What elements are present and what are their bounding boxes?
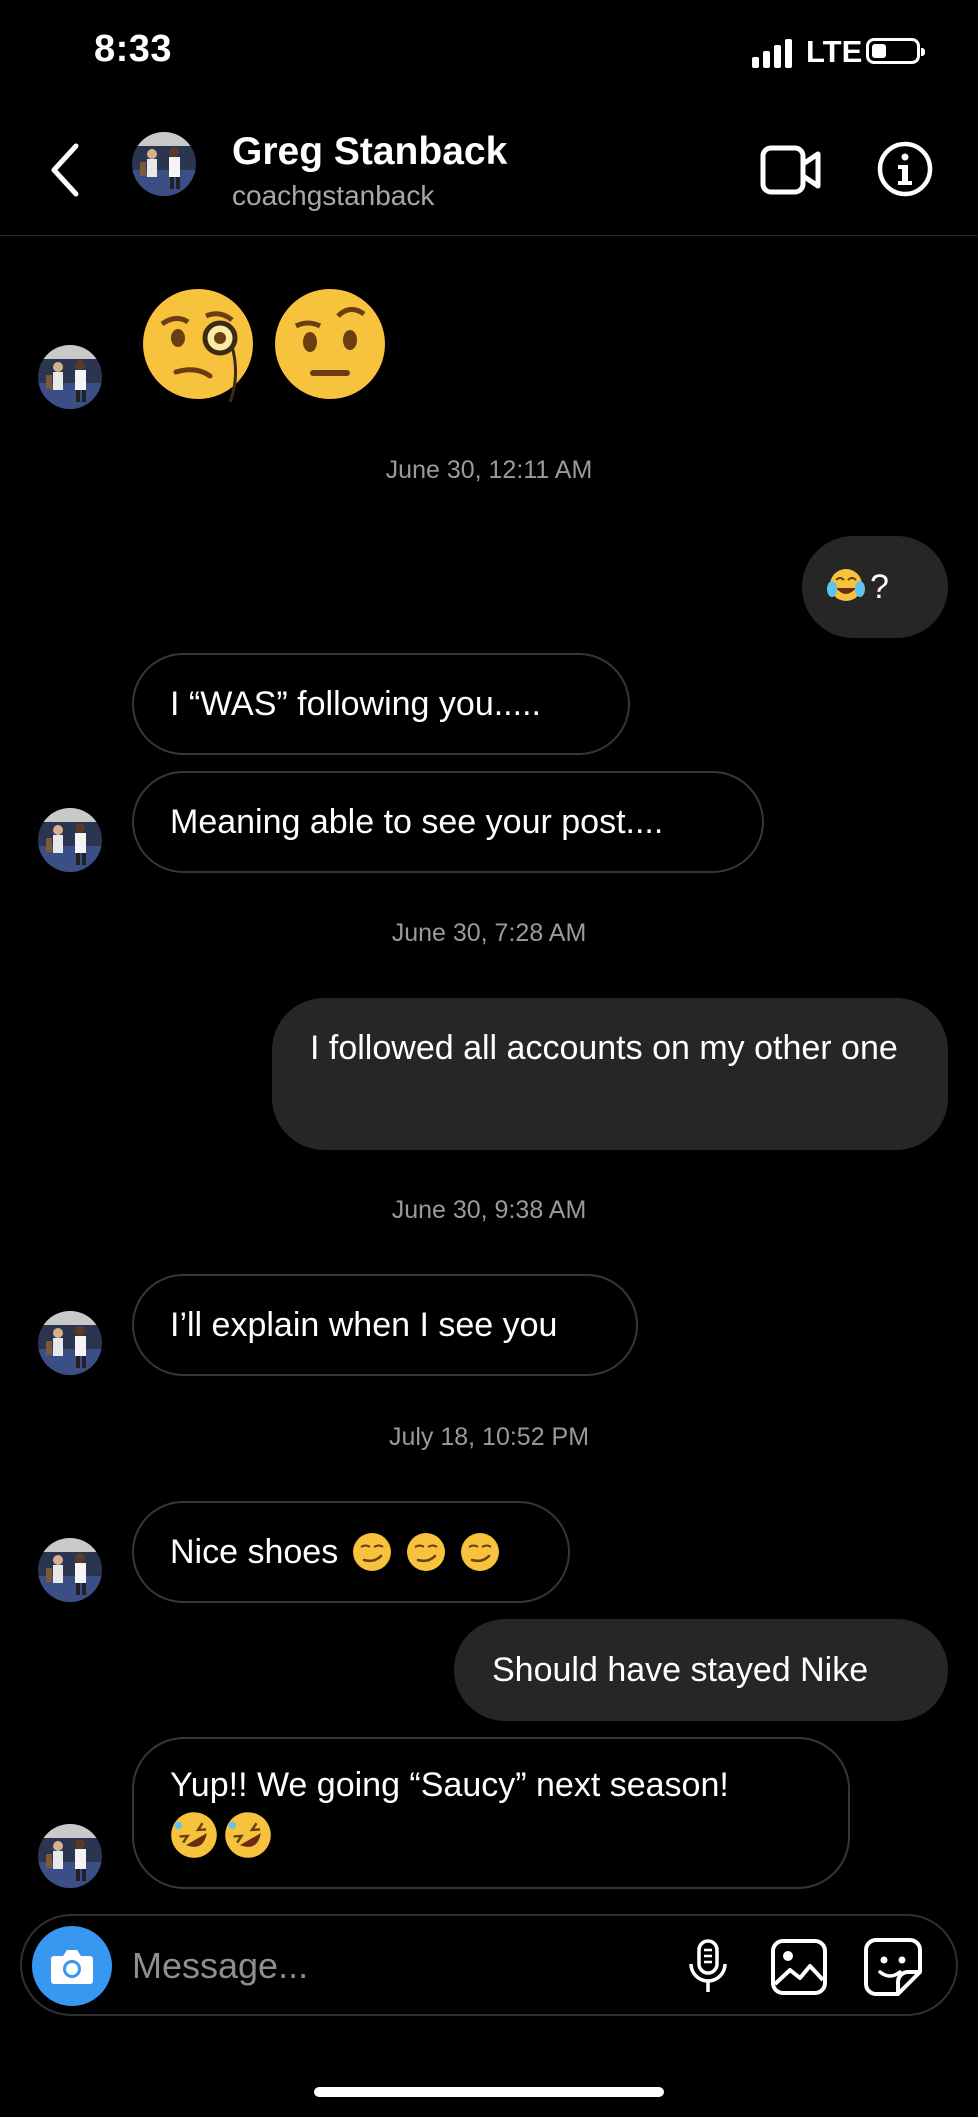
message-input[interactable] [132,1936,652,1996]
timestamp: June 30, 12:11 AM [385,456,593,484]
contact-username[interactable]: coachgstanback [232,180,434,212]
face-with-monocle-emoji [143,289,253,402]
message-text: ? [870,567,889,606]
gallery-icon[interactable] [770,1938,828,1996]
smirking-face-emoji [406,1532,446,1572]
smirking-face-emoji [352,1532,392,1572]
message-text: Yup!! We going “Saucy” next season! [170,1766,729,1804]
timestamp: July 18, 10:52 PM [388,1423,590,1451]
sent-message[interactable]: I followed all accounts on my other one [272,998,948,1150]
message-text: I’ll explain when I see you [170,1306,558,1344]
avatar-photo [132,132,196,196]
smirking-face-emoji [460,1532,500,1572]
header-divider [0,235,978,236]
avatar-photo [38,1538,102,1602]
status-time: 8:33 [94,28,173,70]
received-message[interactable]: Yup!! We going “Saucy” next season! [132,1737,850,1889]
sender-avatar[interactable] [38,1824,102,1888]
emoji-row [170,1811,286,1859]
message-text: I followed all accounts on my other one [310,1029,898,1067]
avatar-photo [38,808,102,872]
info-icon[interactable] [876,140,934,198]
avatar-photo [38,1311,102,1375]
battery-icon [866,38,925,64]
home-indicator[interactable] [314,2087,664,2097]
received-message[interactable]: Nice shoes [132,1501,570,1603]
camera-icon [51,1950,93,1984]
sticker-icon[interactable] [862,1936,924,1998]
received-message[interactable]: I’ll explain when I see you [132,1274,638,1376]
received-message[interactable]: I “WAS” following you..... [132,653,630,755]
face-with-raised-eyebrow-emoji [275,289,385,399]
message-text: Nice shoes [170,1533,339,1571]
avatar-photo [38,1824,102,1888]
sender-avatar[interactable] [38,1311,102,1375]
microphone-icon[interactable] [684,1938,732,1996]
chevron-left-icon[interactable] [46,142,86,198]
sent-message[interactable]: ? [802,536,948,638]
timestamp: June 30, 7:28 AM [391,919,587,947]
avatar-photo [38,345,102,409]
video-camera-icon[interactable] [760,144,822,196]
face-with-tears-of-joy-emoji [826,567,866,607]
rolling-on-floor-laughing-emoji [170,1811,218,1859]
header-avatar[interactable] [132,132,196,196]
message-text: Meaning able to see your post.... [170,803,664,841]
contact-name[interactable]: Greg Stanback [232,130,507,174]
message-text: I “WAS” following you..... [170,685,541,723]
rolling-on-floor-laughing-emoji [224,1811,272,1859]
received-message[interactable]: Meaning able to see your post.... [132,771,764,873]
network-label: LTE [806,34,863,69]
signal-bars-icon [752,38,796,68]
camera-button[interactable] [32,1926,112,2006]
sender-avatar[interactable] [38,1538,102,1602]
sender-avatar[interactable] [38,808,102,872]
timestamp: June 30, 9:38 AM [391,1196,587,1224]
sender-avatar[interactable] [38,345,102,409]
message-text: Should have stayed Nike [492,1650,869,1689]
sent-message[interactable]: Should have stayed Nike [454,1619,948,1721]
